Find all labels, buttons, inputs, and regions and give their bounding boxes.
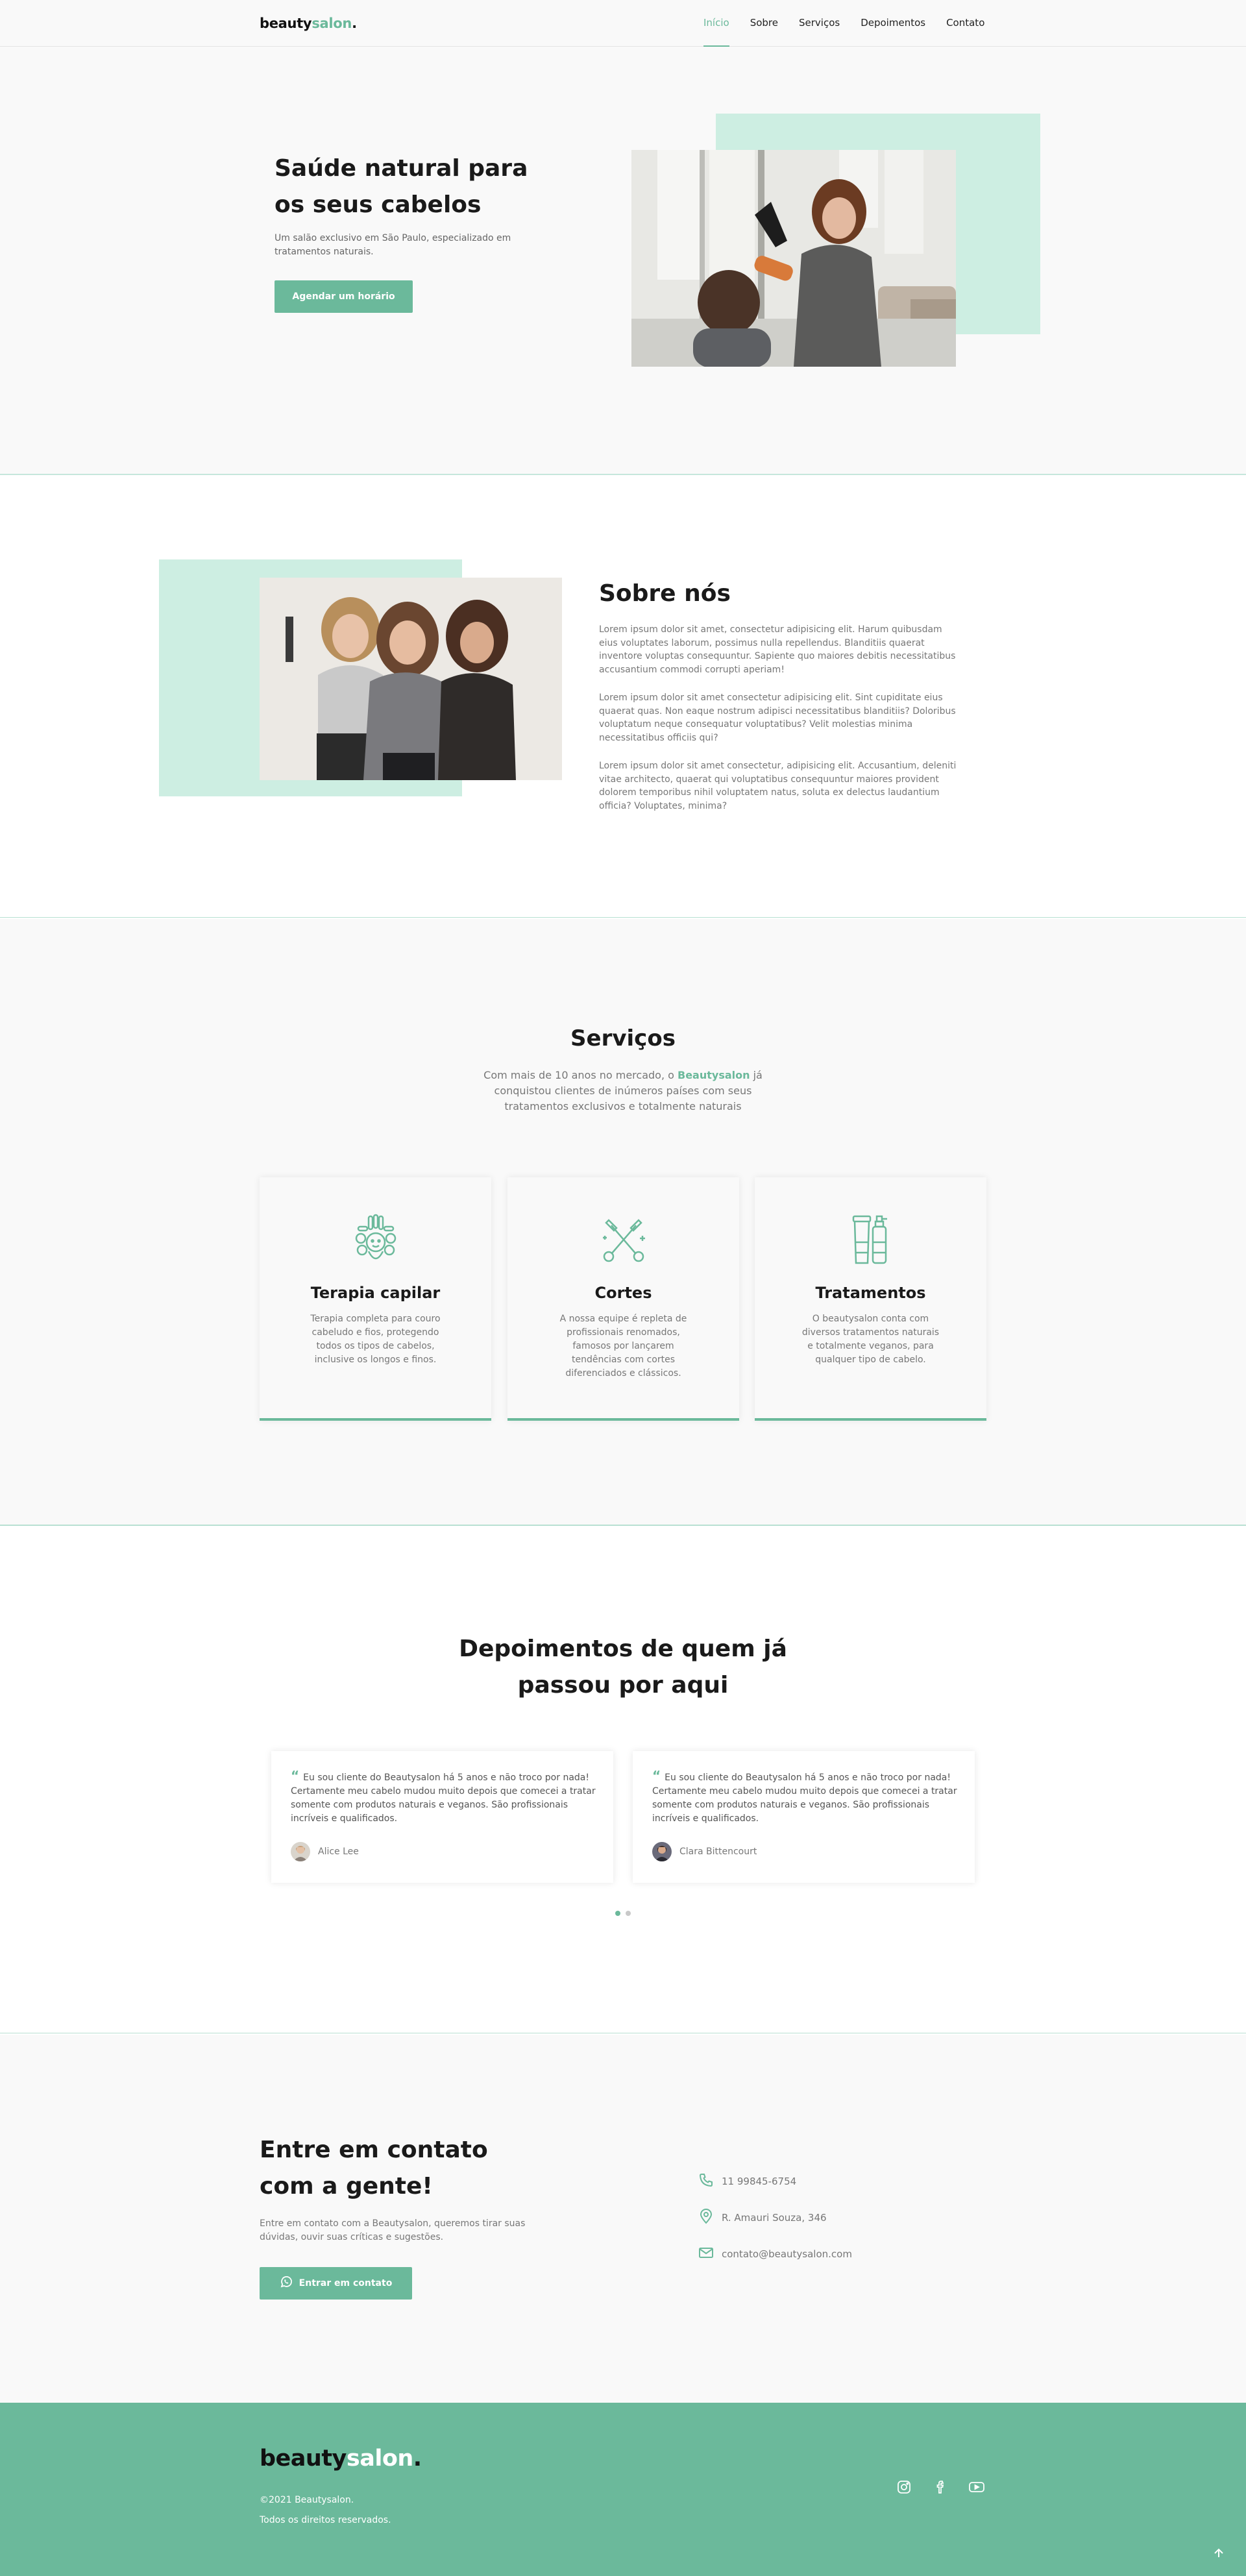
about-text-block: Lorem ipsum dolor sit amet, consectetur … [599, 623, 962, 828]
nav-item-inicio[interactable]: Início [703, 17, 729, 47]
service-card-tratamentos: Tratamentos O beautysalon conta com dive… [755, 1177, 986, 1421]
testimonial-text: Eu sou cliente do Beautysalon há 5 anos … [652, 1773, 957, 1824]
testimonial-author: Alice Lee [318, 1846, 359, 1857]
testimonial-card: “Eu sou cliente do Beautysalon há 5 anos… [271, 1751, 613, 1883]
footer-logo-main: beauty [260, 2446, 347, 2472]
testimonials-section: Depoimentos de quem já passou por aqui “… [0, 1527, 1246, 2033]
services-intro-text: Com mais de 10 anos no mercado, o [483, 1069, 678, 1081]
footer-logo[interactable]: beautysalon. [260, 2446, 422, 2472]
about-paragraph: Lorem ipsum dolor sit amet, consectetur … [599, 624, 956, 675]
nav-item-sobre[interactable]: Sobre [750, 17, 778, 47]
services-intro-brand: Beautysalon [678, 1069, 750, 1081]
avatar [652, 1842, 672, 1861]
service-card-title: Tratamentos [815, 1284, 926, 1302]
contact-address[interactable]: R. Amauri Souza, 346 [698, 2209, 827, 2227]
footer-logo-dot: . [413, 2446, 422, 2472]
testimonial-quote: “Eu sou cliente do Beautysalon há 5 anos… [291, 1769, 596, 1826]
nav-item-contato[interactable]: Contato [946, 17, 984, 47]
contact-email-text: contato@beautysalon.com [722, 2248, 852, 2260]
testimonials-title: Depoimentos de quem já passou por aqui [459, 1636, 787, 1699]
footer-copyright: ©2021 Beautysalon. [260, 2495, 354, 2505]
footer-rights: Todos os direitos reservados. [260, 2515, 391, 2525]
cosmetics-bottles-icon [844, 1214, 898, 1267]
testimonial-text: Eu sou cliente do Beautysalon há 5 anos … [291, 1773, 596, 1824]
quote-mark-icon: “ [652, 1768, 661, 1784]
hero-image [631, 150, 956, 367]
scissors-icon [597, 1214, 650, 1267]
carousel-pagination [615, 1911, 631, 1916]
logo[interactable]: beautysalon. [260, 16, 357, 31]
hero-title: Saúde natural para os seus cabelos [275, 155, 528, 218]
contact-button-label: Entrar em contato [299, 2278, 393, 2288]
contact-title: Entre em contato com a gente! [260, 2137, 488, 2200]
carousel-dot-2[interactable] [626, 1911, 631, 1916]
service-card-title: Cortes [594, 1284, 652, 1302]
youtube-icon[interactable] [968, 2479, 985, 2496]
service-card-text: A nossa equipe é repleta de profissionai… [559, 1314, 687, 1379]
contact-address-text: R. Amauri Souza, 346 [722, 2212, 827, 2224]
nav-item-servicos[interactable]: Serviços [799, 17, 840, 47]
back-to-top-icon[interactable] [1211, 2545, 1227, 2561]
about-paragraph: Lorem ipsum dolor sit amet consectetur, … [599, 761, 957, 811]
testimonial-author: Clara Bittencourt [679, 1846, 757, 1857]
whatsapp-icon [280, 2275, 293, 2291]
logo-accent: salon [312, 16, 352, 31]
main-nav: Início Sobre Serviços Depoimentos Contat… [703, 17, 1005, 47]
service-card-title: Terapia capilar [310, 1284, 441, 1302]
contact-email[interactable]: contato@beautysalon.com [698, 2245, 852, 2263]
mail-icon [698, 2245, 714, 2263]
instagram-icon[interactable] [896, 2479, 912, 2496]
about-paragraph: Lorem ipsum dolor sit amet consectetur a… [599, 693, 956, 743]
service-card-terapia: Terapia capilar Terapia completa para co… [260, 1177, 491, 1421]
services-intro: Com mais de 10 anos no mercado, o Beauty… [474, 1068, 772, 1114]
logo-dot: . [352, 16, 357, 31]
quote-mark-icon: “ [291, 1768, 300, 1784]
site-footer: beautysalon. ©2021 Beautysalon. Todos os… [0, 2403, 1246, 2576]
contact-text: Entre em contato com a Beautysalon, quer… [260, 2218, 526, 2242]
map-pin-icon [698, 2209, 714, 2227]
facebook-icon[interactable] [932, 2479, 949, 2496]
contact-phone[interactable]: 11 99845-6754 [698, 2172, 796, 2190]
avatar [291, 1842, 310, 1861]
service-card-text: O beautysalon conta com diversos tratame… [801, 1314, 940, 1365]
nav-item-depoimentos[interactable]: Depoimentos [861, 17, 925, 47]
testimonial-card: “Eu sou cliente do Beautysalon há 5 anos… [633, 1751, 975, 1883]
schedule-button[interactable]: Agendar um horário [275, 280, 413, 313]
service-card-text: Terapia completa para couro cabeludo e f… [310, 1314, 441, 1365]
site-header: beautysalon. Início Sobre Serviços Depoi… [0, 0, 1246, 47]
logo-main: beauty [260, 16, 312, 31]
about-section: Sobre nós Lorem ipsum dolor sit amet, co… [0, 476, 1246, 918]
carousel-dot-1[interactable] [615, 1911, 620, 1916]
phone-icon [698, 2172, 714, 2190]
about-image [260, 578, 562, 780]
contact-button[interactable]: Entrar em contato [260, 2267, 412, 2300]
service-card-cortes: Cortes A nossa equipe é repleta de profi… [507, 1177, 739, 1421]
social-links [896, 2479, 985, 2496]
contact-phone-text: 11 99845-6754 [722, 2176, 797, 2187]
testimonial-quote: “Eu sou cliente do Beautysalon há 5 anos… [652, 1769, 957, 1826]
services-title: Serviços [570, 1025, 676, 1051]
about-title: Sobre nós [599, 580, 731, 607]
contact-section: Entre em contato com a gente! Entre em c… [0, 2035, 1246, 2403]
footer-logo-accent: salon [346, 2446, 413, 2472]
services-section: Serviços Com mais de 10 anos no mercado,… [0, 919, 1246, 1526]
hero-text: Um salão exclusivo em São Paulo, especia… [275, 233, 511, 257]
hair-treatment-icon [349, 1214, 402, 1267]
hero-section: Saúde natural para os seus cabelos Um sa… [0, 47, 1246, 475]
